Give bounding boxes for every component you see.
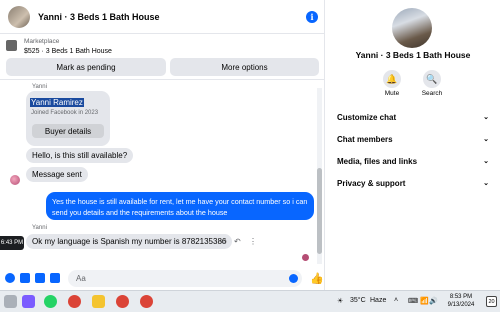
listing-thumbnail[interactable] (6, 40, 17, 51)
row-label: Privacy & support (337, 178, 406, 188)
whatsapp-icon[interactable] (44, 295, 57, 308)
mark-pending-button[interactable]: Mark as pending (6, 58, 166, 76)
react-icon[interactable]: ☺ (220, 237, 228, 246)
notification-badge[interactable]: 20 (486, 296, 497, 307)
privacy-support-row[interactable]: Privacy & support ⌄ (337, 174, 489, 192)
taskbar-app-icon[interactable] (4, 295, 17, 308)
emoji-icon[interactable] (289, 273, 299, 283)
row-label: Media, files and links (337, 156, 418, 166)
bell-icon: 🔔 (383, 70, 401, 88)
message-bubble[interactable]: Hello, is this still available? (26, 148, 134, 163)
joined-text: Joined Facebook in 2023 (31, 110, 99, 116)
chevron-down-icon: ⌄ (483, 180, 489, 187)
chevron-down-icon: ⌄ (483, 136, 489, 143)
message-bubble[interactable]: Message sent (26, 167, 88, 182)
clock-time: 8:53 PM (449, 294, 473, 300)
chat-members-row[interactable]: Chat members ⌄ (337, 130, 489, 148)
chrome-icon[interactable] (68, 295, 81, 308)
buyer-name[interactable]: Yanni Ramirez (30, 98, 84, 107)
file-explorer-icon[interactable] (92, 295, 105, 308)
chevron-down-icon: ⌄ (483, 114, 489, 121)
chrome-icon[interactable] (140, 295, 153, 308)
volume-icon[interactable]: 🔊 (429, 297, 438, 305)
wifi-icon[interactable]: 📶 (420, 297, 429, 305)
app-window: Yanni · 3 Beds 1 Bath House i Marketplac… (0, 0, 500, 312)
weather-icon[interactable]: ☀ (337, 297, 343, 305)
clock[interactable]: 8:53 PM 9/13/2024 (440, 293, 482, 309)
sender-avatar[interactable] (10, 175, 20, 185)
search-button[interactable]: 🔍 Search (412, 70, 452, 97)
chevron-up-icon[interactable]: ˄ (394, 297, 398, 304)
conversation-avatar[interactable] (8, 5, 30, 28)
timestamp-tooltip: 6:43 PM (0, 236, 24, 250)
scrollbar-thumb[interactable] (317, 168, 322, 254)
taskbar-pen-icon[interactable] (22, 295, 35, 308)
sender-name: Yanni (32, 84, 47, 90)
conversation-title[interactable]: Yanni · 3 Beds 1 Bath House (38, 12, 306, 22)
taskbar: ☀ 35°C Haze ˄ ⌨ 📶 🔊 8:53 PM 9/13/2024 20 (0, 290, 500, 312)
more-icon[interactable]: ⋮ (249, 237, 257, 246)
marketplace-label: Marketplace (24, 38, 60, 45)
seen-indicator-avatar (302, 254, 309, 261)
search-icon: 🔍 (423, 70, 441, 88)
clock-date: 9/13/2024 (447, 302, 475, 308)
details-panel: Yanni · 3 Beds 1 Bath House 🔔 Mute 🔍 Sea… (324, 0, 500, 290)
mute-button[interactable]: 🔔 Mute (372, 70, 412, 97)
scrollbar[interactable] (317, 88, 322, 264)
row-label: Chat members (337, 134, 393, 144)
chrome-icon[interactable] (116, 295, 129, 308)
plus-icon[interactable] (5, 273, 15, 283)
chat-pane: Yanni · 3 Beds 1 Bath House i Marketplac… (0, 0, 324, 290)
image-icon[interactable] (20, 273, 30, 283)
more-options-button[interactable]: More options (170, 58, 319, 76)
mute-label: Mute (384, 90, 400, 97)
buyer-details-button[interactable]: Buyer details (32, 124, 104, 138)
search-label: Search (421, 90, 443, 97)
info-icon[interactable]: i (306, 10, 318, 23)
weather-condition[interactable]: Haze (370, 297, 386, 304)
composer: Aa 👍 (0, 266, 324, 290)
sticker-icon[interactable] (35, 273, 45, 283)
message-bubble[interactable]: Ok my language is Spanish my number is 8… (26, 234, 233, 249)
chevron-down-icon: ⌄ (483, 158, 489, 165)
chat-header: Yanni · 3 Beds 1 Bath House i (0, 0, 324, 34)
customize-chat-row[interactable]: Customize chat ⌄ (337, 108, 489, 126)
keyboard-icon[interactable]: ⌨ (408, 297, 418, 305)
listing-avatar[interactable] (392, 8, 432, 48)
weather-temp[interactable]: 35°C (350, 297, 366, 304)
row-label: Customize chat (337, 112, 397, 122)
buyer-card: Yanni Ramirez Joined Facebook in 2023 Bu… (26, 91, 110, 146)
gif-icon[interactable] (50, 273, 60, 283)
reply-icon[interactable]: ↶ (234, 237, 241, 246)
message-list: Yanni Yanni Ramirez Joined Facebook in 2… (0, 80, 324, 266)
listing-summary[interactable]: $525 · 3 Beds 1 Bath House (24, 48, 112, 55)
sender-name: Yanni (32, 225, 47, 231)
outgoing-message-bubble[interactable]: Yes the house is still available for ren… (46, 192, 314, 220)
marketplace-banner: Marketplace $525 · 3 Beds 1 Bath House M… (0, 34, 324, 80)
message-placeholder: Aa (76, 273, 86, 283)
message-input[interactable]: Aa (68, 269, 303, 287)
panel-title: Yanni · 3 Beds 1 Bath House (355, 50, 471, 60)
like-icon[interactable]: 👍 (310, 272, 324, 285)
media-files-row[interactable]: Media, files and links ⌄ (337, 152, 489, 170)
